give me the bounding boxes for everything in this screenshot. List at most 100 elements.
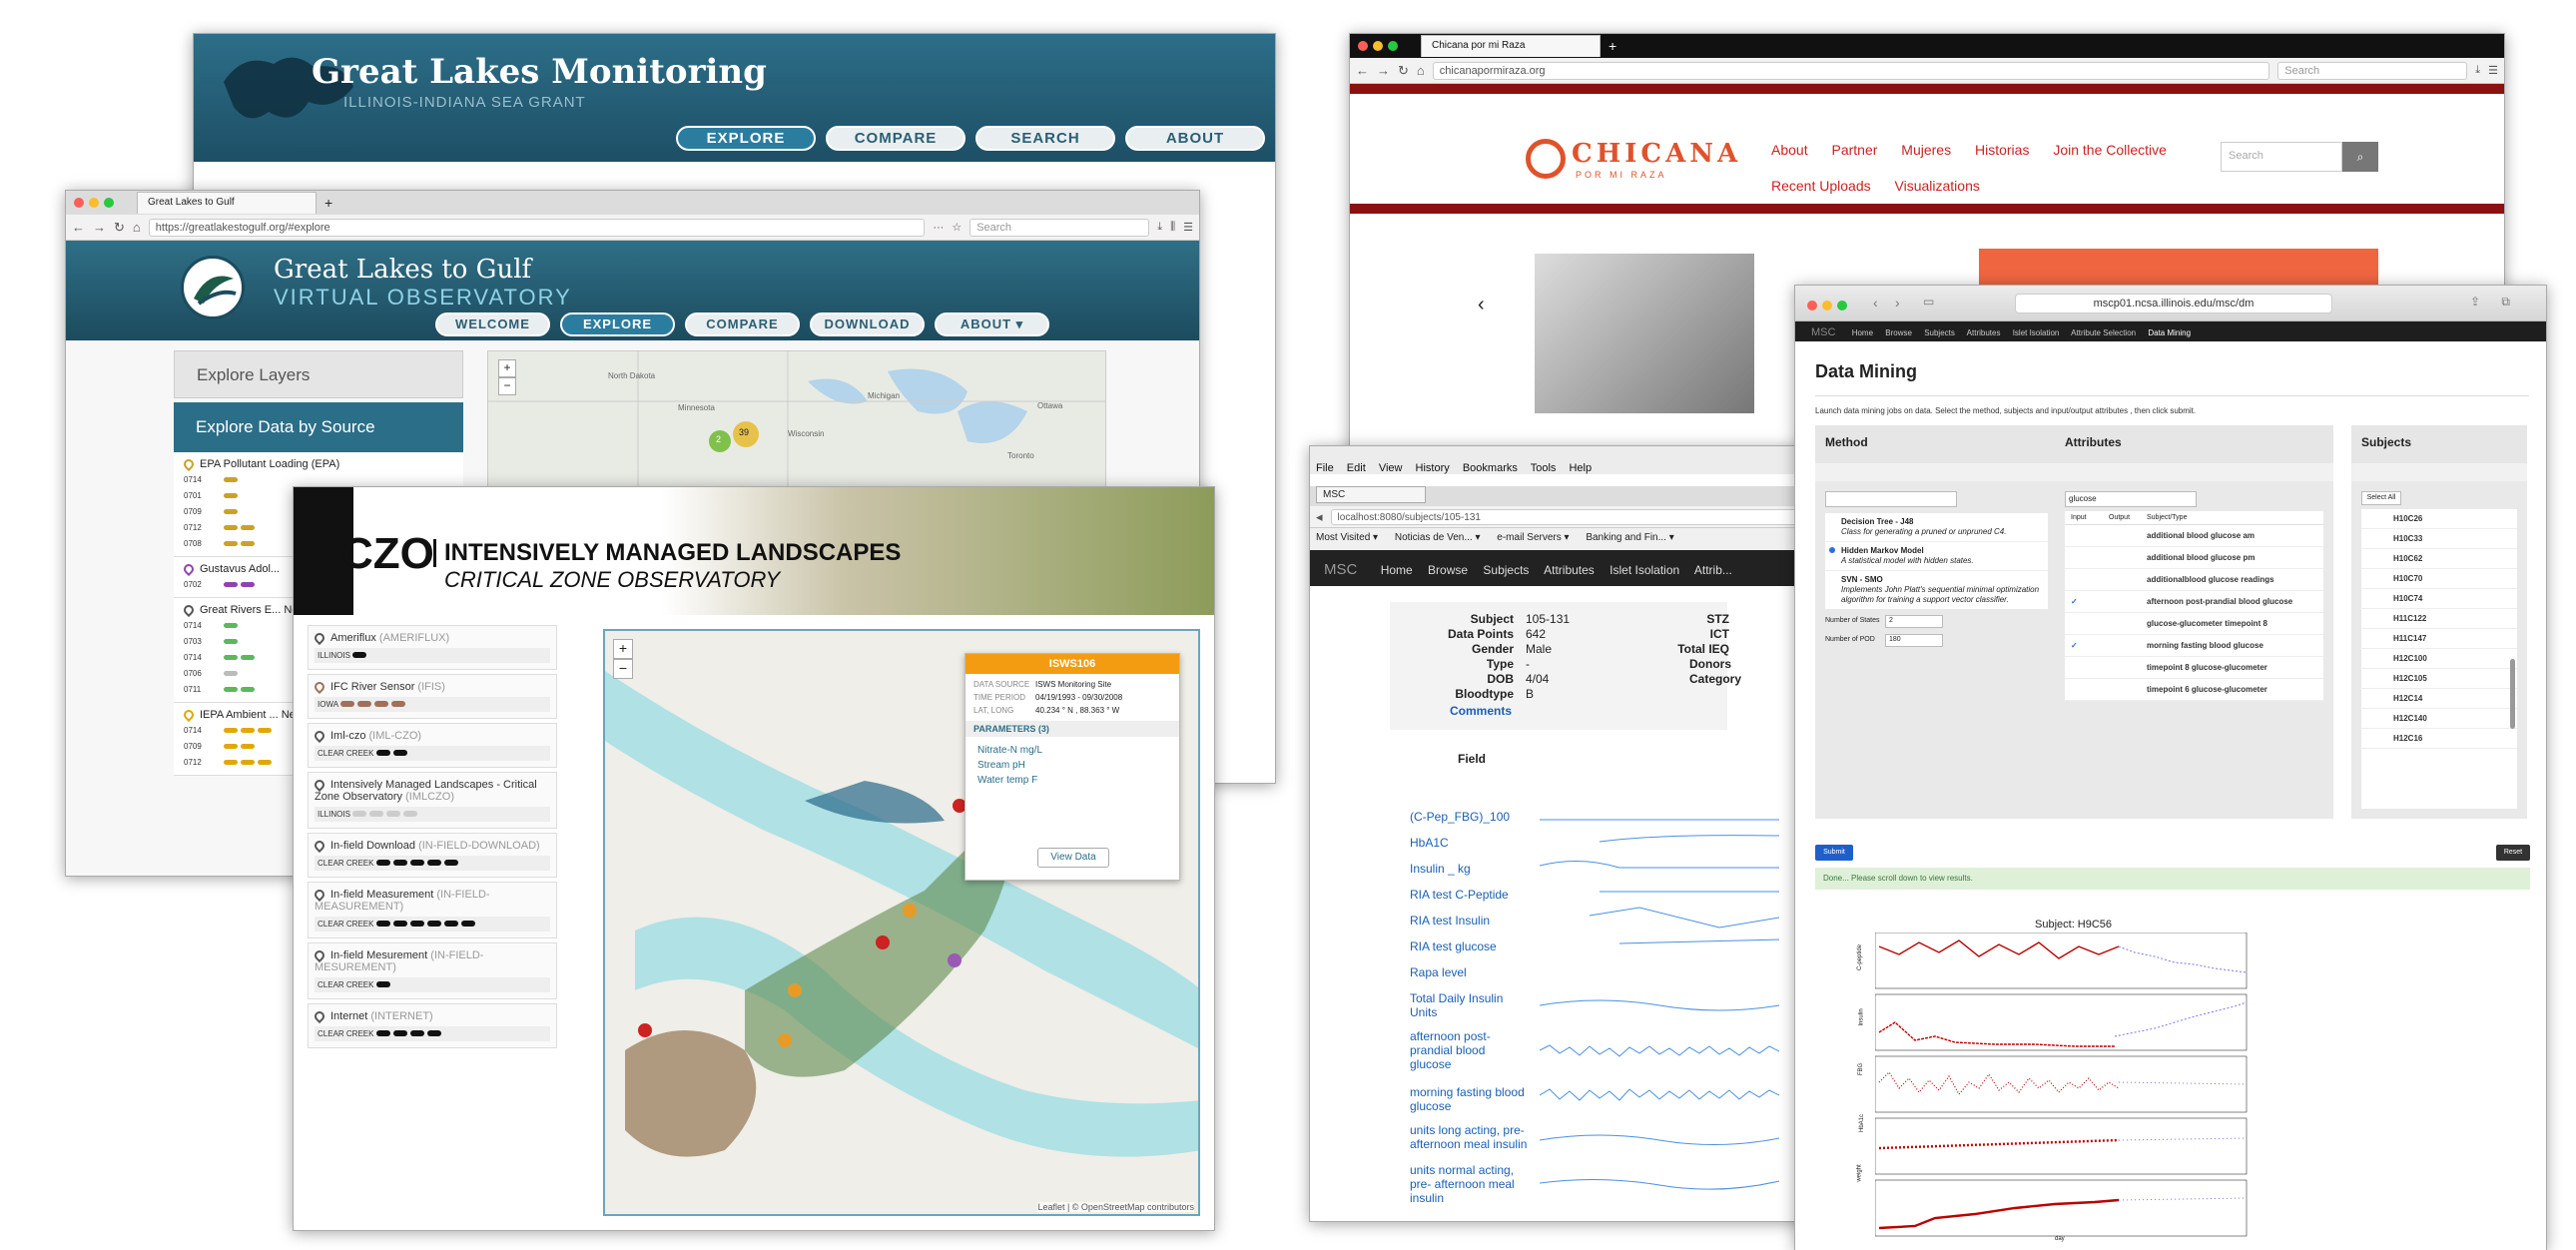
sensor-bar[interactable] [426,1030,441,1036]
sensor-bar[interactable] [241,654,255,660]
back-icon[interactable]: ‹ [1873,295,1878,311]
attribute-row[interactable]: glucose-glucometer timepoint 8 [2065,613,2323,635]
source-item[interactable]: Intensively Managed Landscapes - Critica… [308,772,557,829]
back-icon[interactable]: ← [1356,63,1369,78]
attribute-row[interactable]: additional blood glucose pm [2065,547,2323,569]
subject-row[interactable]: H12C105 [2361,669,2517,689]
sensor-bar[interactable] [241,540,255,546]
reset-button[interactable]: Reset [2496,845,2530,861]
subject-row[interactable]: H12C16 [2361,729,2517,749]
sensor-bar[interactable] [392,860,407,866]
checked-icon[interactable]: ✓ [2071,641,2147,650]
more-icon[interactable]: ··· [933,222,944,234]
menu-icon[interactable]: ☰ [1183,221,1193,234]
zoom-in-button[interactable]: + [498,359,516,377]
glg-nav-welcome[interactable]: WELCOME [435,312,550,336]
sensor-bar[interactable] [224,743,238,749]
tabs-icon[interactable]: ⧉ [2501,295,2510,310]
subject-scrollbar[interactable] [2510,659,2515,729]
attribute-row[interactable]: ✓ afternoon post-prandial blood glucose [2065,591,2323,613]
attribute-search[interactable]: glucose [2065,491,2197,507]
sensor-bar[interactable] [224,540,238,546]
nav-historias[interactable]: Historias [1975,142,2029,158]
sensor-bar[interactable] [224,622,238,628]
attribute-row[interactable]: timepoint 8 glucose-glucometer [2065,657,2323,679]
chicana-browser-search[interactable]: Search [2277,61,2468,80]
subject-row[interactable]: H10C33 [2361,529,2517,549]
dm-url-field[interactable]: mscp01.ncsa.illinois.edu/msc/dm [2015,294,2332,313]
forward-icon[interactable]: → [93,220,106,235]
glg-nav-about[interactable]: ABOUT ▾ [935,312,1049,336]
download-icon[interactable]: ⤓ [2475,64,2480,77]
nav-attributes[interactable]: Attributes [1967,328,2001,337]
attribute-row[interactable]: ✓ morning fasting blood glucose [2065,635,2323,657]
forward-icon[interactable]: → [1377,63,1390,78]
sensor-bar[interactable] [241,759,255,765]
glg-nav-explore[interactable]: EXPLORE [560,312,675,336]
field-row[interactable]: morning fasting blood glucose [1410,1081,1530,1119]
attribute-row[interactable]: additionalblood glucose readings [2065,569,2323,591]
nav-subjects[interactable]: Subjects [1924,328,1955,337]
czo-map[interactable]: + − Leaflet | © OpenStreetMap contributo… [603,629,1200,1216]
chicana-site-search[interactable]: Search [2221,142,2342,172]
source-item[interactable]: Iml-czo (IML-CZO) CLEAR CREEK [308,723,557,768]
menu-bookmarks[interactable]: Bookmarks [1463,462,1518,474]
sensor-bar[interactable] [375,981,390,987]
num-pod-input[interactable]: 180 [1885,634,1943,647]
sensor-bar[interactable] [375,750,390,756]
source-item[interactable]: In-field Measurement (IN-FIELD-MEASUREME… [308,882,557,938]
zoom-in-button[interactable]: + [613,639,633,659]
bookmark-item[interactable]: Noticias de Ven... ▾ [1395,532,1481,543]
map-marker[interactable] [638,1023,652,1037]
source-item[interactable]: IFC River Sensor (IFIS) IOWA [308,674,557,719]
download-icon[interactable]: ⤓ [1157,221,1162,234]
nav-islet-isolation[interactable]: Islet Isolation [1610,563,1679,577]
num-states-input[interactable]: 2 [1885,615,1943,628]
carousel-prev-icon[interactable]: ‹ [1478,294,1485,316]
sensor-bar[interactable] [224,759,238,765]
field-row[interactable]: units long acting, pre-afternoon meal in… [1410,1119,1530,1159]
sensor-bar[interactable] [409,1030,424,1036]
sensor-bar[interactable] [409,921,424,927]
sensor-bar[interactable] [392,750,407,756]
sensor-bar[interactable] [241,727,255,733]
subject-row[interactable]: H12C140 [2361,709,2517,729]
nav-home[interactable]: Home [1381,563,1413,577]
glm-nav-about[interactable]: ABOUT [1125,126,1265,151]
library-icon[interactable]: ⫼ [1170,221,1175,234]
glg-nav-download[interactable]: DOWNLOAD [810,312,925,336]
nav-data-mining[interactable]: Data Mining [2148,328,2191,337]
subject-row[interactable]: H10C74 [2361,589,2517,609]
sensor-bar[interactable] [375,921,390,927]
zoom-out-button[interactable]: − [613,659,633,679]
minimize-window-icon[interactable] [1822,300,1832,311]
glm-nav-explore[interactable]: EXPLORE [676,126,816,151]
close-window-icon[interactable] [74,198,84,208]
map-marker[interactable] [876,936,890,949]
map-marker[interactable] [903,904,917,918]
sensor-bar[interactable] [241,686,255,692]
sensor-bar[interactable] [241,581,255,587]
sensor-bar[interactable] [443,860,458,866]
sensor-bar[interactable] [241,743,255,749]
home-icon[interactable]: ⌂ [1417,63,1425,78]
glg-browser-search[interactable]: Search [969,218,1150,237]
chicana-url-field[interactable]: chicanapormiraza.org [1432,61,2270,80]
bookmark-star-icon[interactable]: ☆ [952,221,962,234]
source-item[interactable]: Internet (INTERNET) CLEAR CREEK [308,1003,557,1048]
select-all-button[interactable]: Select All [2361,491,2401,505]
share-icon[interactable]: ⇪ [2470,295,2480,309]
sensor-bar[interactable] [224,670,238,676]
nav-attribute-selection[interactable]: Attrib... [1694,563,1732,577]
msc-browser-tab[interactable]: MSC [1316,486,1427,503]
reload-icon[interactable]: ↻ [114,220,125,236]
sensor-bar[interactable] [373,701,388,707]
view-data-button[interactable]: View Data [1037,848,1109,868]
sensor-bar[interactable] [224,581,238,587]
sensor-bar[interactable] [339,701,354,707]
new-tab-icon[interactable]: + [1609,38,1616,54]
close-window-icon[interactable] [1807,300,1817,311]
back-icon[interactable]: ← [72,220,85,235]
source-item[interactable]: In-field Mesurement (IN-FIELD-MESUREMENT… [308,942,557,999]
subject-row[interactable]: H10C62 [2361,549,2517,569]
